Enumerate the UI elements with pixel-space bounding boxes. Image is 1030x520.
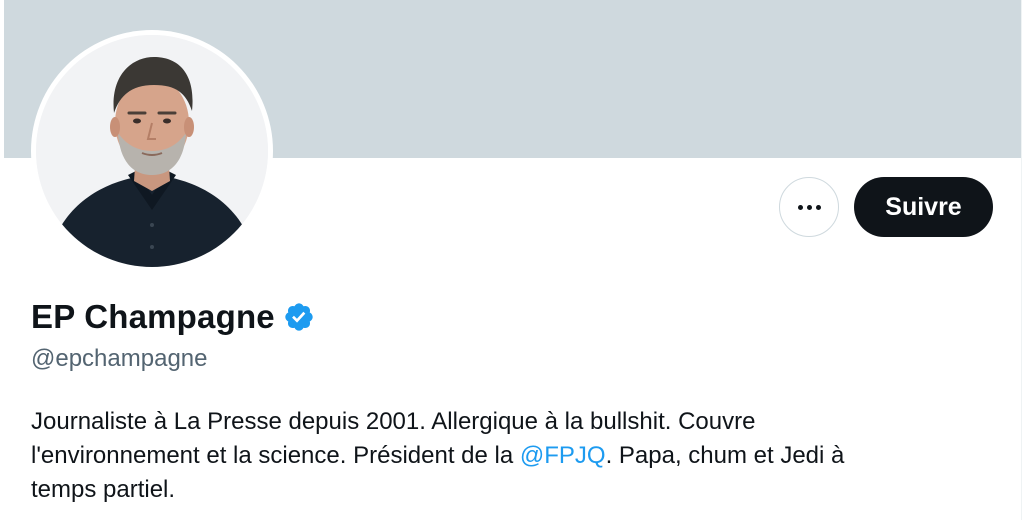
avatar-portrait-image <box>36 35 268 267</box>
fpjq-mention-link[interactable]: @FPJQ <box>520 442 606 469</box>
profile-bio: Journaliste à La Presse depuis 2001. All… <box>31 405 991 507</box>
more-options-button[interactable] <box>779 177 839 237</box>
right-edge <box>1021 0 1030 520</box>
bio-line-2-end: . Papa, chum et Jedi à <box>605 442 845 469</box>
verified-badge-icon[interactable] <box>283 301 315 333</box>
left-edge <box>0 0 4 520</box>
display-name: EP Champagne <box>31 298 275 335</box>
bio-line-3: temps partiel. <box>31 476 176 503</box>
more-options-icon <box>797 204 821 210</box>
follow-button[interactable]: Suivre <box>854 177 993 237</box>
profile-handle: @epchampagne <box>31 345 208 372</box>
avatar-photo <box>36 35 268 267</box>
profile-name-row: EP Champagne <box>31 298 315 336</box>
bio-line-1: Journaliste à La Presse depuis 2001. All… <box>31 408 756 435</box>
bio-line-2-start: l'environnement et la science. Président… <box>31 442 520 469</box>
profile-header: Suivre EP Champagne @epchampagne Journal… <box>0 0 1030 520</box>
profile-avatar[interactable] <box>31 30 273 272</box>
